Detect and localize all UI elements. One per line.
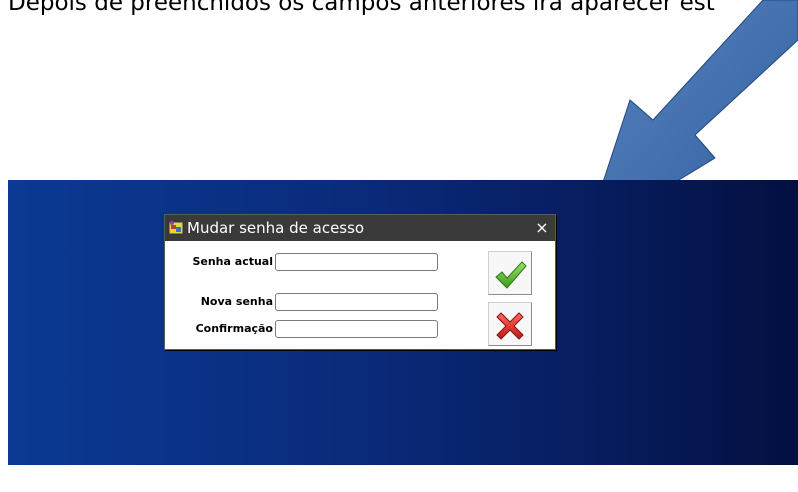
close-button[interactable]: × (533, 217, 551, 239)
dialog-title: Mudar senha de acesso (187, 219, 365, 237)
current-password-input[interactable] (275, 253, 438, 271)
new-password-input[interactable] (275, 293, 438, 311)
change-password-dialog: Mudar senha de acesso × Senha actual Nov… (164, 214, 556, 350)
confirmation-label: Confirmação (195, 322, 273, 335)
cancel-button[interactable] (488, 302, 532, 346)
app-window-icon (168, 221, 184, 235)
dialog-titlebar[interactable]: Mudar senha de acesso × (165, 215, 555, 241)
red-x-icon (496, 312, 524, 340)
current-password-label: Senha actual (192, 255, 273, 268)
checkmark-icon (495, 261, 527, 289)
new-password-label: Nova senha (200, 295, 273, 308)
confirmation-input[interactable] (275, 320, 438, 338)
confirm-button[interactable] (488, 251, 532, 295)
